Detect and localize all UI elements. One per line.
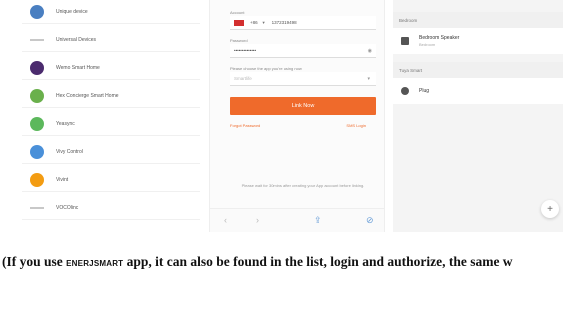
device-list-label: Vivint <box>56 176 69 183</box>
device-list-item[interactable]: Vivy Control <box>22 140 200 164</box>
line-icon <box>30 38 44 41</box>
login-panel: Account +86 ▼ 1372319498 Password ••••••… <box>209 0 385 232</box>
flag-icon[interactable] <box>234 19 244 26</box>
device-list-item[interactable]: Hex Concierge Smart Home <box>22 84 200 108</box>
device-list-item[interactable]: Yeasync <box>22 112 200 136</box>
account-label: Account <box>230 10 245 15</box>
password-value[interactable]: •••••••••••••• <box>234 48 256 53</box>
wemo-icon <box>30 60 44 75</box>
rooms-panel: Bedroom Bedroom Speaker Bedroom Tuya Sma… <box>393 0 563 232</box>
brand-name: ENERJSMART <box>66 259 124 268</box>
yeasync-icon <box>30 116 44 131</box>
device-list-item[interactable]: Vivint <box>22 168 200 192</box>
device-list-label: Wemo Smart Home <box>56 64 100 71</box>
device-row-plug[interactable]: Plug <box>393 78 563 104</box>
phone-field[interactable]: +86 ▼ 1372319498 <box>230 16 376 30</box>
caret-down-icon[interactable]: ▼ <box>262 20 266 25</box>
section-header-bedroom: Bedroom <box>393 12 563 28</box>
bottom-toolbar: ‹ › ⇪ ⊘ <box>210 208 384 232</box>
device-list-label: Universal Devices <box>56 36 97 43</box>
device-list-label: VOCOlinc <box>56 204 79 211</box>
share-icon[interactable]: ⇪ <box>314 215 322 226</box>
device-list-label: Yeasync <box>56 120 75 127</box>
password-field[interactable]: •••••••••••••• ◉ <box>230 44 376 58</box>
app-prompt: Please choose the app you're using now <box>230 66 302 71</box>
caption: (If you use ENERJSMART app, it can also … <box>2 254 513 270</box>
link-note: Please wait for 30mins after creating yo… <box>241 183 365 188</box>
eye-icon[interactable]: ◉ <box>368 48 372 54</box>
speaker-icon <box>401 37 409 45</box>
device-row-speaker[interactable]: Bedroom Speaker Bedroom <box>393 28 563 54</box>
device-list-item[interactable]: VOCOlinc <box>22 196 200 220</box>
password-label: Password <box>230 38 248 43</box>
app-select-value[interactable]: Smartlife <box>234 76 252 81</box>
device-list-label: Unique device <box>56 8 88 15</box>
device-list-item[interactable]: Universal Devices <box>22 28 200 52</box>
compass-icon[interactable]: ⊘ <box>366 215 374 226</box>
add-button[interactable]: + <box>541 200 559 218</box>
chevron-down-icon[interactable]: ▾ <box>367 76 370 82</box>
caption-end: app, it can also be found in the list, l… <box>123 254 513 269</box>
forward-icon[interactable]: › <box>256 215 259 225</box>
device-list-label: Hex Concierge Smart Home <box>56 92 119 99</box>
section-header-tuya: Tuya Smart <box>393 62 563 78</box>
vivint-icon <box>30 172 44 187</box>
phone-value[interactable]: 1372319498 <box>272 20 297 25</box>
device-name: Plug <box>419 88 430 94</box>
forgot-password-link[interactable]: Forgot Password <box>230 123 260 128</box>
hex-icon <box>30 88 44 103</box>
vivy-icon <box>30 144 44 159</box>
line-icon <box>30 206 44 209</box>
device-list-panel: Unique device Universal Devices Wemo Smart… <box>22 0 200 232</box>
device-room: Bedroom <box>419 42 436 47</box>
back-icon[interactable]: ‹ <box>224 215 227 225</box>
unique-device-icon <box>30 4 44 19</box>
device-name: Bedroom Speaker <box>419 35 460 41</box>
device-list-label: Vivy Control <box>56 148 83 155</box>
device-list-item[interactable]: Wemo Smart Home <box>22 56 200 80</box>
country-code[interactable]: +86 <box>250 20 258 25</box>
sms-login-link[interactable]: SMS Login <box>346 123 366 128</box>
device-list-item[interactable]: Unique device <box>22 0 200 24</box>
link-now-button[interactable]: Link Now <box>230 97 376 115</box>
plug-icon <box>401 87 409 95</box>
app-select[interactable]: Smartlife ▾ <box>230 72 376 86</box>
caption-start: (If you use <box>2 254 67 269</box>
